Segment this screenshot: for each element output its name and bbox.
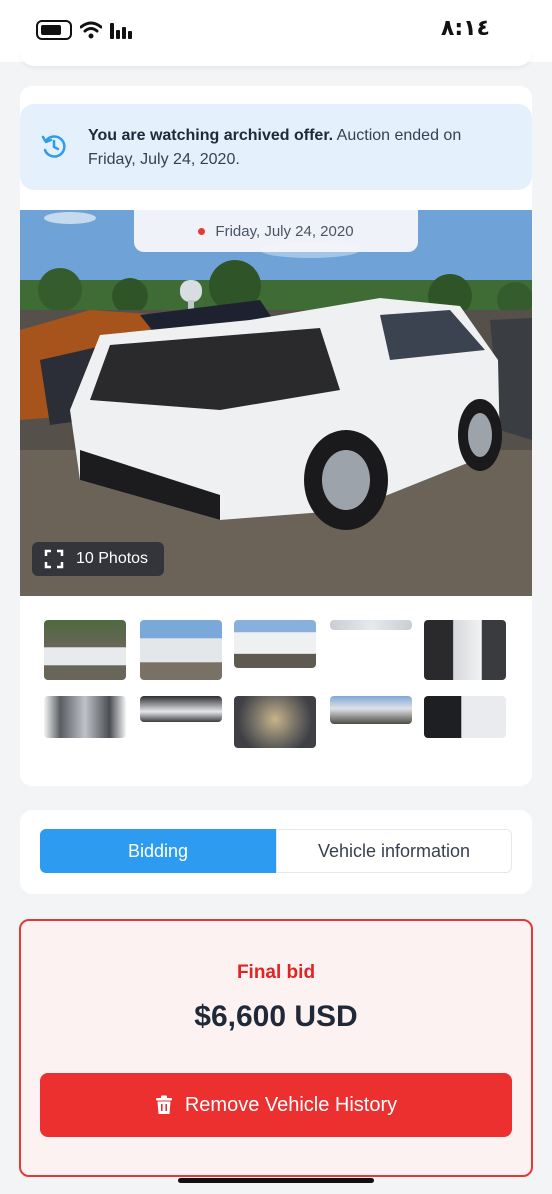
auction-date: Friday, July 24, 2020 xyxy=(215,222,354,240)
thumbnail[interactable] xyxy=(234,620,316,668)
battery-icon xyxy=(36,20,72,40)
thumbnail[interactable] xyxy=(234,696,316,748)
photos-count-button[interactable]: 10 Photos xyxy=(32,542,164,576)
thumbnail[interactable] xyxy=(330,620,412,630)
status-time: ٨:١٤ xyxy=(440,16,490,41)
final-bid-card xyxy=(19,919,533,1177)
notice-bold: You are watching archived offer. xyxy=(88,127,334,144)
previous-card-edge xyxy=(20,52,532,66)
remove-vehicle-history-button[interactable]: Remove Vehicle History xyxy=(40,1073,512,1137)
thumbnail[interactable] xyxy=(330,696,412,724)
wifi-icon xyxy=(80,21,102,39)
photos-count-label: 10 Photos xyxy=(76,550,149,567)
history-icon xyxy=(41,135,66,158)
auction-date-pill: Friday, July 24, 2020 xyxy=(134,210,418,252)
signal-icon xyxy=(110,21,132,39)
final-bid-label: Final bid xyxy=(236,962,316,983)
tab-bidding[interactable]: Bidding xyxy=(40,829,276,873)
thumbnail[interactable] xyxy=(44,696,126,738)
remove-button-label: Remove Vehicle History xyxy=(184,1093,398,1116)
status-icons xyxy=(36,20,132,40)
trash-icon xyxy=(155,1095,172,1114)
status-dot-icon xyxy=(198,227,206,235)
final-bid-amount: $6,600 USD xyxy=(194,1000,358,1033)
thumbnail[interactable] xyxy=(424,696,506,738)
thumbnail[interactable] xyxy=(140,620,222,680)
thumbnail[interactable] xyxy=(140,696,222,722)
fullscreen-icon xyxy=(44,549,64,569)
thumbnail[interactable] xyxy=(424,620,506,680)
archived-notice: You are watching archived offer. Auction… xyxy=(20,104,532,190)
home-indicator xyxy=(178,1178,374,1183)
notice-text: You are watching archived offer. Auction… xyxy=(88,124,508,172)
vehicle-photo-illustration xyxy=(20,210,532,596)
tab-vehicle-information[interactable]: Vehicle information xyxy=(276,829,512,873)
thumbnail[interactable] xyxy=(44,620,126,680)
vehicle-main-photo[interactable] xyxy=(20,210,532,596)
